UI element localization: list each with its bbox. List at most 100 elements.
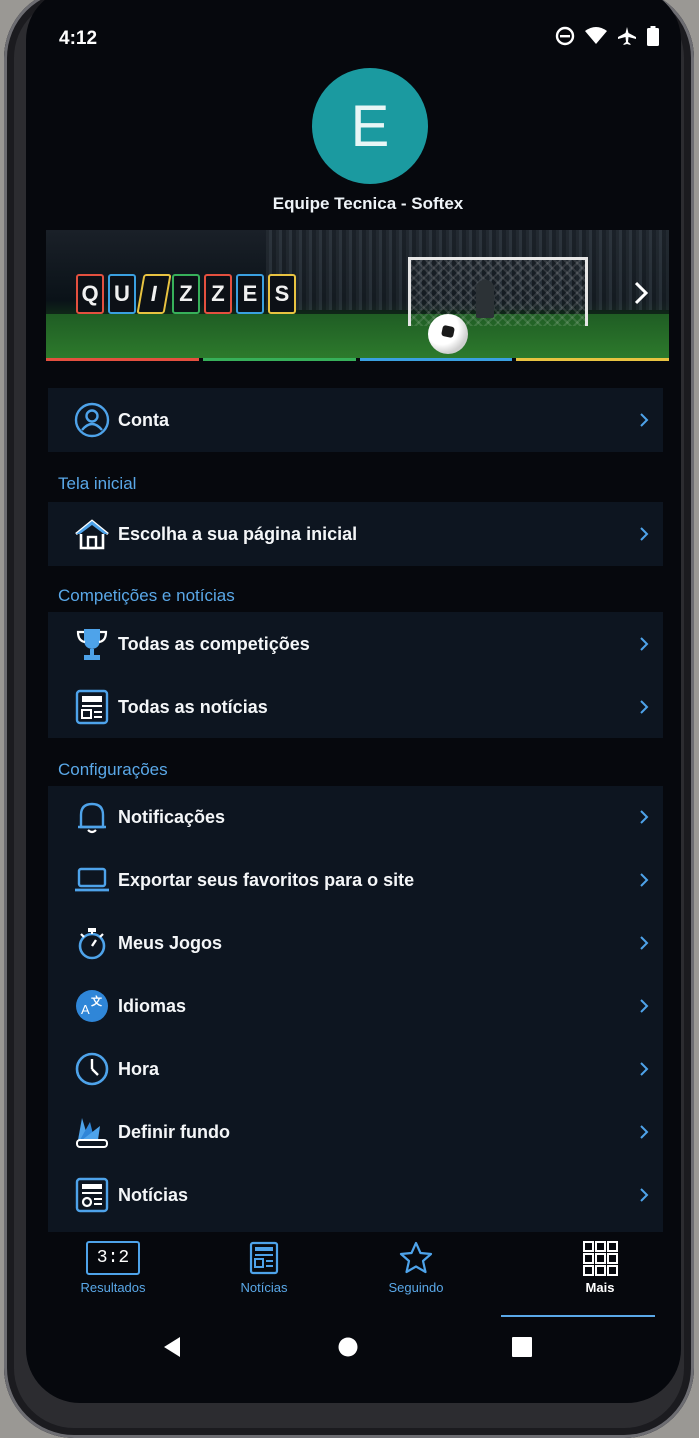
quiz-letter: Q	[76, 274, 104, 314]
soccer-ball	[428, 314, 468, 354]
chevron-right-icon	[634, 281, 649, 305]
palette-icon	[72, 1112, 112, 1152]
quizzes-banner[interactable]: QUIZZES	[46, 230, 669, 358]
home-card: Escolha a sua página inicial	[48, 502, 663, 566]
menu-item-home-page[interactable]: Escolha a sua página inicial	[48, 503, 663, 565]
menu-item-label: Conta	[118, 409, 169, 430]
chevron-right-icon	[640, 810, 649, 824]
menu-item-export-favorites[interactable]: Exportar seus favoritos para o site	[48, 849, 663, 911]
chevron-right-icon	[640, 1125, 649, 1139]
bell-icon	[72, 797, 112, 837]
active-tab-indicator	[501, 1315, 655, 1317]
status-time: 4:12	[59, 28, 98, 49]
chevron-right-icon	[640, 637, 649, 651]
grid-icon	[535, 1238, 665, 1278]
clock-icon	[72, 1049, 112, 1089]
section-title-settings: Configurações	[58, 760, 168, 779]
trophy-icon	[72, 624, 112, 664]
menu-item-all-news[interactable]: Todas as notícias	[48, 676, 663, 738]
menu-item-languages[interactable]: A文 Idiomas	[48, 975, 663, 1037]
account-card: Conta	[48, 388, 663, 452]
menu-item-label: Notificações	[118, 806, 226, 827]
color-stripe	[359, 358, 513, 361]
news-icon	[199, 1238, 329, 1278]
battery-icon	[647, 26, 659, 46]
menu-item-label: Hora	[118, 1058, 160, 1079]
quiz-letter: E	[236, 274, 264, 314]
system-navigation-bar	[26, 1328, 681, 1368]
quiz-letter: Z	[204, 274, 232, 314]
nav-tab-resultados[interactable]: 3:2 Resultados	[48, 1238, 178, 1295]
quiz-letter: S	[268, 274, 296, 314]
menu-item-conta[interactable]: Conta	[48, 389, 663, 451]
chevron-right-icon	[640, 936, 649, 950]
goalkeeper	[476, 280, 494, 318]
dnd-icon	[555, 26, 575, 46]
color-stripe	[46, 358, 199, 361]
chevron-right-icon	[640, 413, 649, 427]
language-icon: A文	[72, 986, 112, 1026]
menu-item-label: Definir fundo	[118, 1121, 230, 1142]
menu-item-label: Todas as competições	[118, 633, 310, 654]
menu-item-label: Idiomas	[118, 995, 187, 1016]
app-screen: 4:12 E Equipe Tecnica - Softex QUIZZES C…	[26, 0, 681, 1403]
chevron-right-icon	[640, 1188, 649, 1202]
avatar[interactable]: E	[312, 68, 428, 184]
nav-tab-seguindo[interactable]: Seguindo	[351, 1238, 481, 1295]
home-button-icon[interactable]	[338, 1337, 358, 1357]
nav-label: Resultados	[80, 1280, 146, 1295]
menu-item-label: Exportar seus favoritos para o site	[118, 869, 415, 890]
news-icon	[72, 687, 112, 727]
airplane-icon	[618, 27, 636, 45]
nav-tab-noticias[interactable]: Notícias	[199, 1238, 329, 1295]
nav-tab-mais[interactable]: Mais	[535, 1238, 665, 1295]
laptop-icon	[72, 860, 112, 900]
user-name: Equipe Tecnica - Softex	[272, 194, 464, 213]
banner-color-stripes	[46, 358, 669, 361]
menu-item-label: Meus Jogos	[118, 932, 223, 953]
color-stripe	[516, 358, 669, 361]
svg-text:A: A	[81, 1002, 90, 1017]
scoreboard-score: 3:2	[86, 1241, 140, 1275]
bottom-navigation: 3:2 Resultados Notícias Seguindo Mais	[48, 1238, 663, 1318]
quizzes-logo: QUIZZES	[76, 274, 296, 314]
menu-item-time[interactable]: Hora	[48, 1038, 663, 1100]
menu-item-news-settings[interactable]: Notícias	[48, 1164, 663, 1226]
wifi-icon	[585, 27, 607, 44]
user-circle-icon	[72, 400, 112, 440]
goal-net	[408, 257, 588, 326]
quiz-letter: I	[136, 274, 172, 314]
nav-label: Mais	[585, 1280, 615, 1295]
menu-item-label: Notícias	[118, 1184, 189, 1205]
quiz-letter: Z	[172, 274, 200, 314]
competitions-card: Todas as competições Todas as notícias	[48, 612, 663, 738]
chevron-right-icon	[640, 1062, 649, 1076]
chevron-right-icon	[640, 527, 649, 541]
back-icon[interactable]	[162, 1336, 182, 1358]
section-title-competitions: Competições e notícias	[58, 586, 235, 605]
menu-item-my-games[interactable]: Meus Jogos	[48, 912, 663, 974]
status-icons	[555, 26, 659, 46]
section-title-home: Tela inicial	[58, 474, 137, 493]
color-stripe	[202, 358, 356, 361]
nav-label: Notícias	[240, 1280, 288, 1295]
menu-item-notifications[interactable]: Notificações	[48, 786, 663, 848]
nav-label: Seguindo	[388, 1280, 444, 1295]
chevron-right-icon	[640, 700, 649, 714]
stopwatch-icon	[72, 923, 112, 963]
quiz-letter: U	[108, 274, 136, 314]
star-icon	[351, 1238, 481, 1278]
chevron-right-icon	[640, 999, 649, 1013]
svg-text:文: 文	[91, 994, 103, 1008]
menu-item-set-background[interactable]: Definir fundo	[48, 1101, 663, 1163]
recents-icon[interactable]	[512, 1337, 532, 1357]
home-icon	[72, 514, 112, 554]
phone-frame: 4:12 E Equipe Tecnica - Softex QUIZZES C…	[4, 0, 694, 1438]
menu-item-label: Escolha a sua página inicial	[118, 523, 358, 544]
chevron-right-icon	[640, 873, 649, 887]
menu-item-label: Todas as notícias	[118, 696, 268, 717]
settings-card: Notificações Exportar seus favoritos par…	[48, 786, 663, 1232]
menu-item-all-competitions[interactable]: Todas as competições	[48, 613, 663, 675]
scoreboard-icon: 3:2	[48, 1238, 178, 1278]
news-settings-icon	[72, 1175, 112, 1215]
